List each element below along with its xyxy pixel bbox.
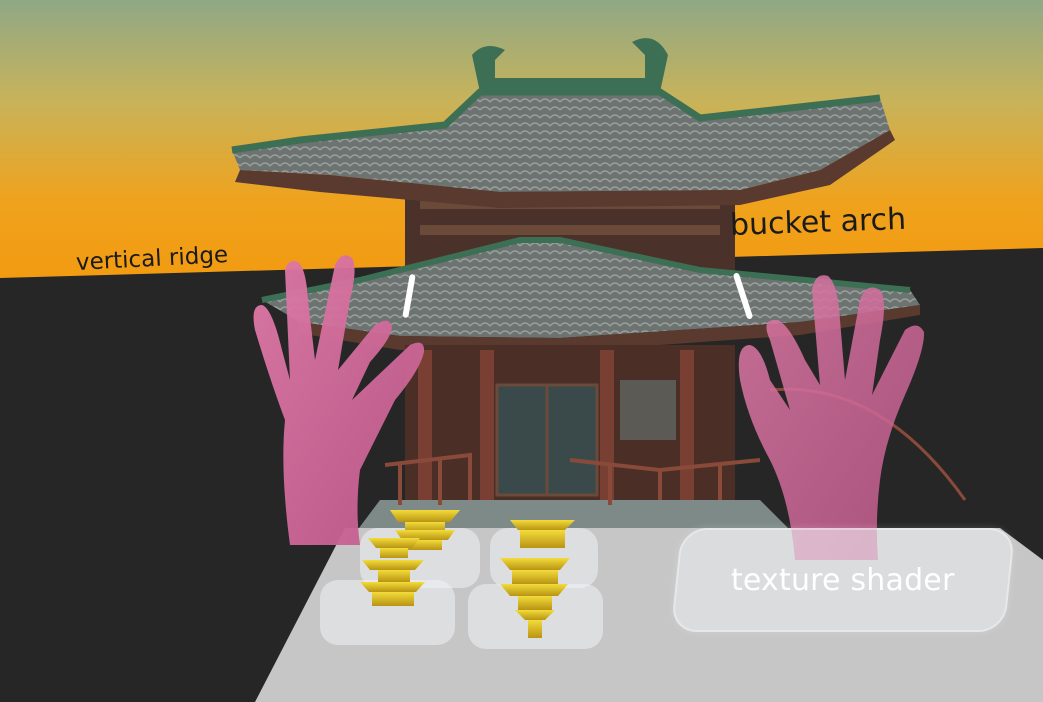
bucket-arch-label: bucket arch: [729, 201, 907, 243]
texture-shader-label: texture shader: [731, 562, 955, 598]
texture-shader-button[interactable]: texture shader: [670, 528, 1016, 632]
